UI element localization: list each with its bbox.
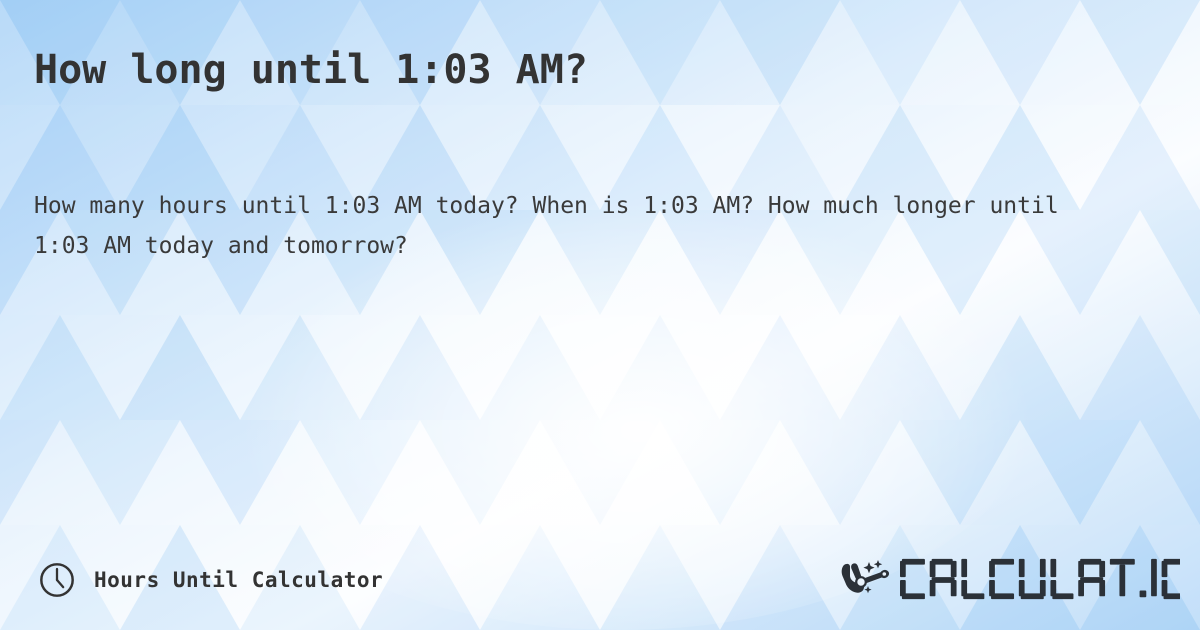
footer: Hours Until Calculator <box>0 548 1200 612</box>
footer-brand-label: Hours Until Calculator <box>94 568 384 592</box>
footer-brand: Hours Until Calculator <box>38 548 383 612</box>
logo-wordmark: CALCULAT.IO <box>900 558 1180 600</box>
clock-icon <box>40 563 74 597</box>
magic-wand-hand-icon <box>841 560 890 594</box>
page-subtitle: How many hours until 1:03 AM today? When… <box>34 193 1059 259</box>
site-logo[interactable]: CALCULAT.IO <box>838 548 1180 612</box>
og-image-card: How long until 1:03 AM? How many hours u… <box>0 0 1200 630</box>
page-title: How long until 1:03 AM? <box>34 47 588 93</box>
